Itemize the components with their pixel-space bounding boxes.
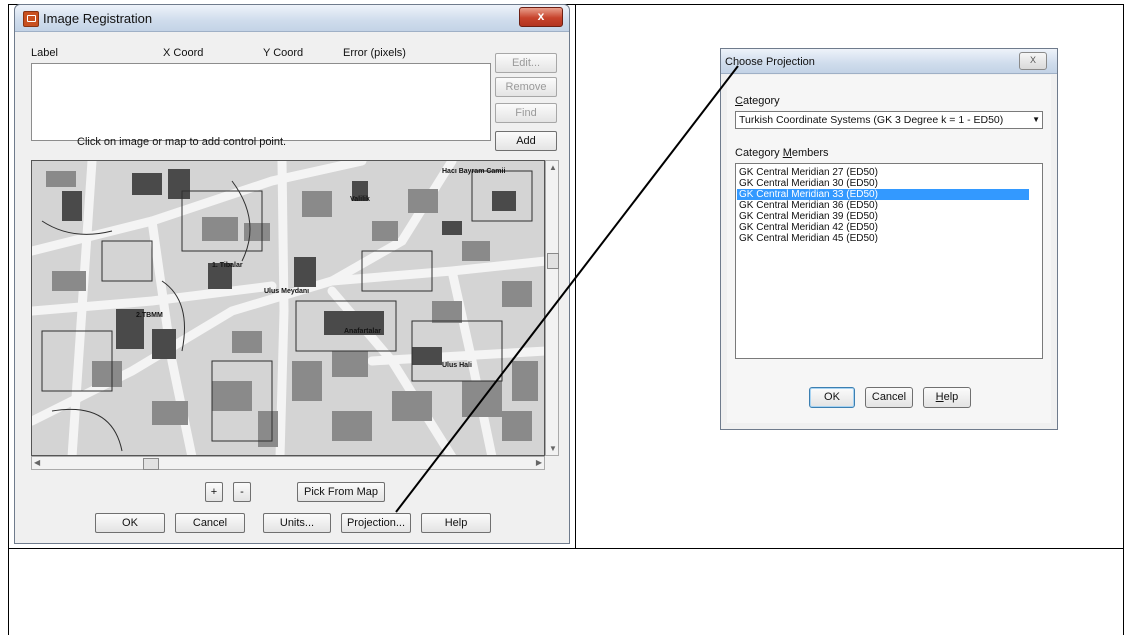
map-label-anafartalar: Anafartalar [344,328,381,335]
member-item[interactable]: GK Central Meridian 30 (ED50) [737,178,1029,189]
map-label-ulus-hali: Ulus Hali [442,362,472,369]
choose-projection-window: Choose Projection X Category Turkish Coo… [720,48,1058,430]
category-dropdown-value: Turkish Coordinate Systems (GK 3 Degree … [739,114,1004,126]
add-button[interactable]: Add [495,131,557,151]
projection-cancel-button[interactable]: Cancel [865,387,913,408]
map-image-area[interactable]: 1. Tibalar 2.TBMM Ulus Meydanı Anafartal… [31,160,545,456]
member-item[interactable]: GK Central Meridian 39 (ED50) [737,211,1029,222]
member-item[interactable]: GK Central Meridian 42 (ED50) [737,222,1029,233]
frame-middle-divider [8,548,1124,549]
category-members-list[interactable]: GK Central Meridian 27 (ED50) GK Central … [735,163,1043,359]
image-registration-window: Image Registration x Label X Coord Y Coo… [14,4,570,544]
scroll-left-icon[interactable]: ◀ [34,458,40,467]
column-header-x-coord[interactable]: X Coord [163,47,203,59]
projection-help-button[interactable]: Help [923,387,971,408]
ok-button[interactable]: OK [95,513,165,533]
column-header-label[interactable]: Label [31,47,58,59]
map-label-tbmm: 2.TBMM [136,312,163,319]
member-item[interactable]: GK Central Meridian 45 (ED50) [737,233,1029,244]
member-item[interactable]: GK Central Meridian 27 (ED50) [737,167,1029,178]
column-header-error[interactable]: Error (pixels) [343,47,406,59]
map-label-valilik: Valilik [350,196,370,203]
zoom-in-button[interactable]: + [205,482,223,502]
category-dropdown[interactable]: Turkish Coordinate Systems (GK 3 Degree … [735,111,1043,129]
frame-right-border [1123,4,1124,635]
units-button[interactable]: Units... [263,513,331,533]
image-registration-titlebar[interactable]: Image Registration x [15,5,569,32]
projection-ok-button[interactable]: OK [809,387,855,408]
choose-projection-title: Choose Projection [725,56,815,68]
control-points-list[interactable] [31,63,491,141]
image-registration-title: Image Registration [43,11,153,26]
map-label-tibalar: 1. Tibalar [212,262,243,269]
app-icon [23,11,39,27]
cancel-button[interactable]: Cancel [175,513,245,533]
scroll-down-icon[interactable]: ▼ [549,444,557,453]
close-button[interactable]: x [519,7,563,27]
horizontal-scroll-thumb[interactable] [143,458,159,470]
map-label-haci-bayram: Hacı Bayram Camii [442,168,505,175]
chevron-down-icon[interactable]: ▼ [1032,115,1040,124]
projection-close-button[interactable]: X [1019,52,1047,70]
frame-column-divider [575,4,576,549]
scroll-up-icon[interactable]: ▲ [549,163,557,172]
category-members-label: Category Members [735,147,829,159]
category-label: Category [735,95,780,107]
city-map-image: 1. Tibalar 2.TBMM Ulus Meydanı Anafartal… [32,161,544,455]
scroll-right-icon[interactable]: ▶ [536,458,542,467]
choose-projection-titlebar[interactable]: Choose Projection X [721,49,1057,74]
member-item[interactable]: GK Central Meridian 33 (ED50) [737,189,1029,200]
projection-button[interactable]: Projection... [341,513,411,533]
column-header-y-coord[interactable]: Y Coord [263,47,303,59]
find-button[interactable]: Find [495,103,557,123]
pick-from-map-button[interactable]: Pick From Map [297,482,385,502]
help-button[interactable]: Help [421,513,491,533]
map-horizontal-scrollbar[interactable]: ◀ ▶ [31,456,545,470]
vertical-scroll-thumb[interactable] [547,253,559,269]
map-vertical-scrollbar[interactable]: ▲ ▼ [545,160,559,456]
edit-button[interactable]: Edit... [495,53,557,73]
member-item[interactable]: GK Central Meridian 36 (ED50) [737,200,1029,211]
add-control-point-hint: Click on image or map to add control poi… [77,136,287,148]
map-label-ulus-meydani: Ulus Meydanı [264,288,309,295]
zoom-out-button[interactable]: - [233,482,251,502]
frame-left-border [8,4,9,635]
remove-button[interactable]: Remove [495,77,557,97]
